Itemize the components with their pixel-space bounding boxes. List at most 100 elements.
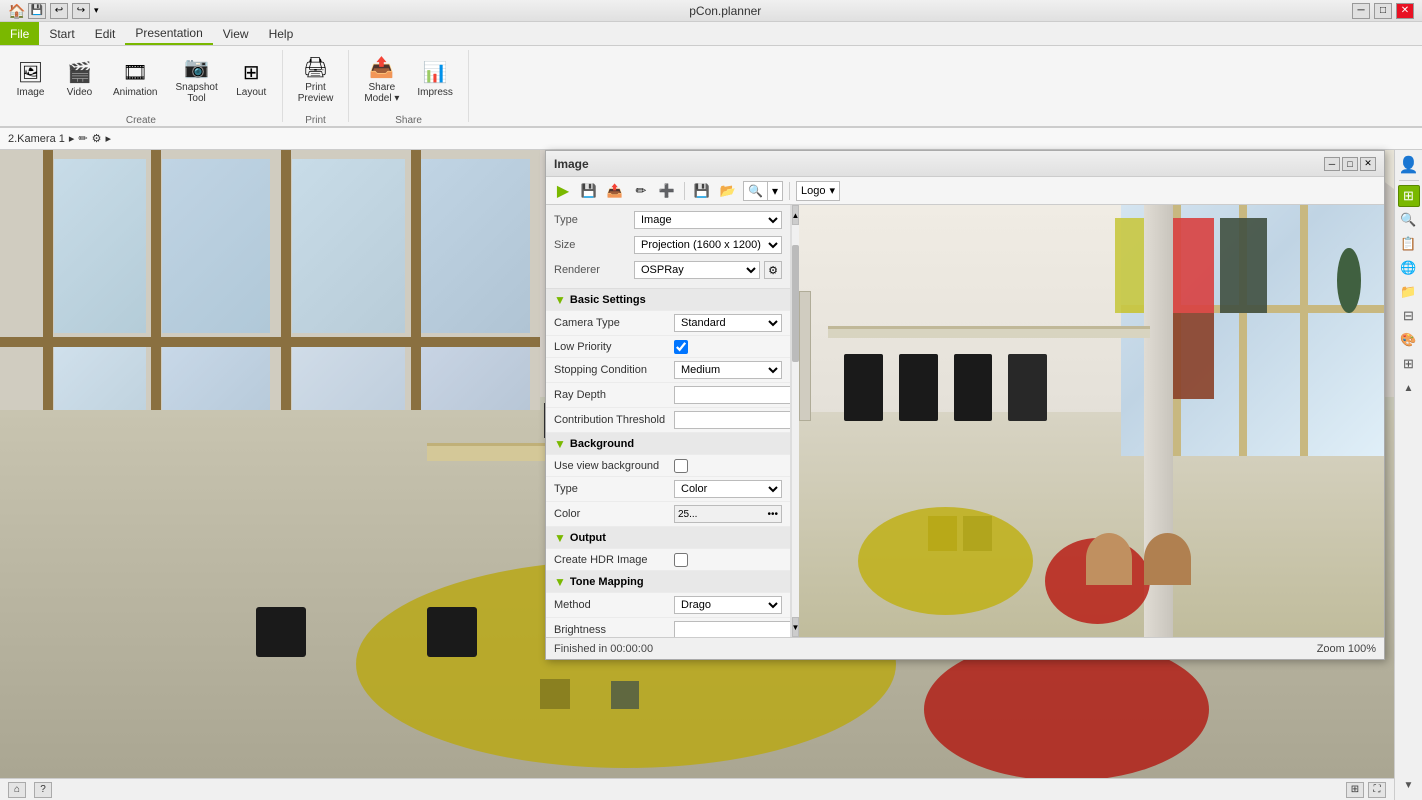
tone-mapping-header[interactable]: ▼ Tone Mapping	[546, 571, 790, 593]
breadcrumb-more-icon[interactable]: ▸	[106, 132, 112, 145]
size-select[interactable]: Projection (1600 x 1200)	[634, 236, 782, 254]
low-priority-checkbox[interactable]	[674, 340, 688, 354]
renderer-select[interactable]: OSPRay	[634, 261, 760, 279]
bottom-grid-btn[interactable]: ⊞	[1346, 782, 1364, 798]
menu-view[interactable]: View	[213, 22, 259, 45]
right-btn-clipboard[interactable]: 📋	[1398, 233, 1420, 255]
tone-mapping-title: Tone Mapping	[570, 576, 644, 588]
glass-pane-3	[292, 159, 405, 332]
right-btn-layers[interactable]: ⊞	[1398, 185, 1420, 207]
bottom-expand-btn[interactable]: ⛶	[1368, 782, 1386, 798]
render-chair-3	[954, 354, 993, 421]
toolbar-print-preview-label: PrintPreview	[298, 82, 334, 104]
basic-settings-header[interactable]: ▼ Basic Settings	[546, 289, 790, 311]
toolbar-print-preview-btn[interactable]: 🖨 PrintPreview	[291, 50, 341, 109]
scroll-down-btn[interactable]: ▼	[792, 617, 799, 637]
type-select[interactable]: Image	[634, 211, 782, 229]
panel-export-btn[interactable]: 📤	[604, 180, 626, 202]
stopping-condition-select[interactable]: Medium	[674, 361, 782, 379]
brightness-input[interactable]	[674, 621, 791, 637]
background-header[interactable]: ▼ Background	[546, 433, 790, 455]
ray-depth-input[interactable]	[674, 386, 791, 404]
background-color-btn[interactable]: 25... •••	[674, 505, 782, 523]
scroll-thumb[interactable]	[792, 245, 799, 363]
basic-collapse-icon: ▼	[554, 293, 566, 307]
menu-edit[interactable]: Edit	[85, 22, 126, 45]
renderer-gear-btn[interactable]: ⚙	[764, 261, 782, 279]
background-type-select[interactable]: Color	[674, 480, 782, 498]
panel-minimize-btn[interactable]: ─	[1324, 157, 1340, 171]
bottom-help-btn[interactable]: ?	[34, 782, 52, 798]
zoom-magnify-btn[interactable]: 🔍	[744, 182, 768, 200]
menu-presentation[interactable]: Presentation	[125, 22, 212, 45]
quick-access-redo[interactable]: ↪	[72, 3, 90, 19]
quick-access-undo[interactable]: ↩	[50, 3, 68, 19]
right-btn-paint[interactable]: 🎨	[1398, 329, 1420, 351]
use-view-background-checkbox[interactable]	[674, 459, 688, 473]
background-title: Background	[570, 438, 634, 450]
panel-window-controls: ─ □ ✕	[1324, 157, 1376, 171]
tone-method-select[interactable]: Drago	[674, 596, 782, 614]
background-collapse-icon: ▼	[554, 437, 566, 451]
toolbar-animation-btn[interactable]: 🎞 Animation	[106, 50, 164, 109]
top-settings: Type Image Size Projection (1600 x 1200)	[546, 205, 790, 289]
toolbar-layout-btn[interactable]: ⊞ Layout	[229, 50, 274, 109]
right-btn-grid[interactable]: ⊞	[1398, 353, 1420, 375]
camera-type-select[interactable]: Standard	[674, 314, 782, 332]
toolbar-video-btn[interactable]: 🎬 Video	[57, 50, 102, 109]
logo-dropdown[interactable]: Logo ▾	[796, 181, 840, 201]
toolbar-group-create-items: 🖼 Image 🎬 Video 🎞 Animation 📷 SnapshotTo…	[8, 50, 274, 109]
panel-add-btn[interactable]: ➕	[656, 180, 678, 202]
glass-pane-4	[421, 159, 529, 332]
create-hdr-checkbox[interactable]	[674, 553, 688, 567]
toolbar-impress-btn[interactable]: 📊 Impress	[410, 50, 460, 109]
quick-access-save[interactable]: 💾	[28, 3, 46, 19]
panel-close-btn[interactable]: ✕	[1360, 157, 1376, 171]
pencil-icon[interactable]: ✏	[78, 132, 87, 145]
contribution-threshold-input[interactable]	[674, 411, 791, 429]
panel-open-btn[interactable]: 📂	[717, 180, 739, 202]
right-btn-files[interactable]: 📁	[1398, 281, 1420, 303]
breadcrumb-settings-icon[interactable]: ⚙	[92, 132, 102, 145]
minimize-btn[interactable]: ─	[1352, 3, 1370, 19]
scroll-up-btn[interactable]: ▲	[792, 205, 799, 225]
zoom-dropdown-btn[interactable]: ▾	[768, 182, 782, 200]
maximize-btn[interactable]: □	[1374, 3, 1392, 19]
layout-icon: ⊞	[243, 60, 260, 85]
quick-access-dropdown[interactable]: ▾	[94, 5, 99, 16]
right-btn-stack[interactable]: ⊟	[1398, 305, 1420, 327]
share-model-icon: 📤	[369, 55, 394, 80]
right-btn-search[interactable]: 🔍	[1398, 209, 1420, 231]
right-btn-person[interactable]: 👤	[1398, 154, 1420, 176]
bottom-home-btn[interactable]: ⌂	[8, 782, 26, 798]
right-btn-scroll-down[interactable]: ▼	[1398, 774, 1420, 796]
toolbar-share-model-btn[interactable]: 📤 ShareModel ▾	[357, 50, 406, 109]
menu-file[interactable]: File	[0, 22, 39, 45]
panel-status-zoom: Zoom 100%	[1317, 643, 1376, 655]
panel-save2-btn[interactable]: 💾	[691, 180, 713, 202]
toolbar-impress-label: Impress	[417, 87, 453, 99]
menu-start[interactable]: Start	[39, 22, 84, 45]
panel-save-btn[interactable]: 💾	[578, 180, 600, 202]
panel-edit-btn[interactable]: ✏	[630, 180, 652, 202]
background-color-row: Color 25... •••	[546, 502, 790, 527]
logo-label: Logo	[801, 185, 825, 197]
panel-play-btn[interactable]: ▶	[552, 180, 574, 202]
render-chair-1	[844, 354, 883, 421]
settings-scrollbar[interactable]: ▲ ▼	[791, 205, 799, 637]
panel-content: Type Image Size Projection (1600 x 1200)	[546, 205, 1384, 637]
close-btn[interactable]: ✕	[1396, 3, 1414, 19]
cubicle-divider	[799, 291, 811, 421]
tone-method-value: Drago	[674, 596, 782, 614]
right-btn-scroll-up[interactable]: ▲	[1398, 377, 1420, 399]
camera-type-row: Camera Type Standard	[546, 311, 790, 336]
right-btn-globe[interactable]: 🌐	[1398, 257, 1420, 279]
output-header[interactable]: ▼ Output	[546, 527, 790, 549]
app-title: pCon.planner	[689, 4, 761, 18]
toolbar-image-btn[interactable]: 🖼 Image	[8, 50, 53, 109]
use-view-background-row: Use view background	[546, 455, 790, 477]
size-label: Size	[554, 239, 634, 251]
menu-help[interactable]: Help	[259, 22, 304, 45]
panel-maximize-btn[interactable]: □	[1342, 157, 1358, 171]
toolbar-snapshot-btn[interactable]: 📷 SnapshotTool	[168, 50, 224, 109]
